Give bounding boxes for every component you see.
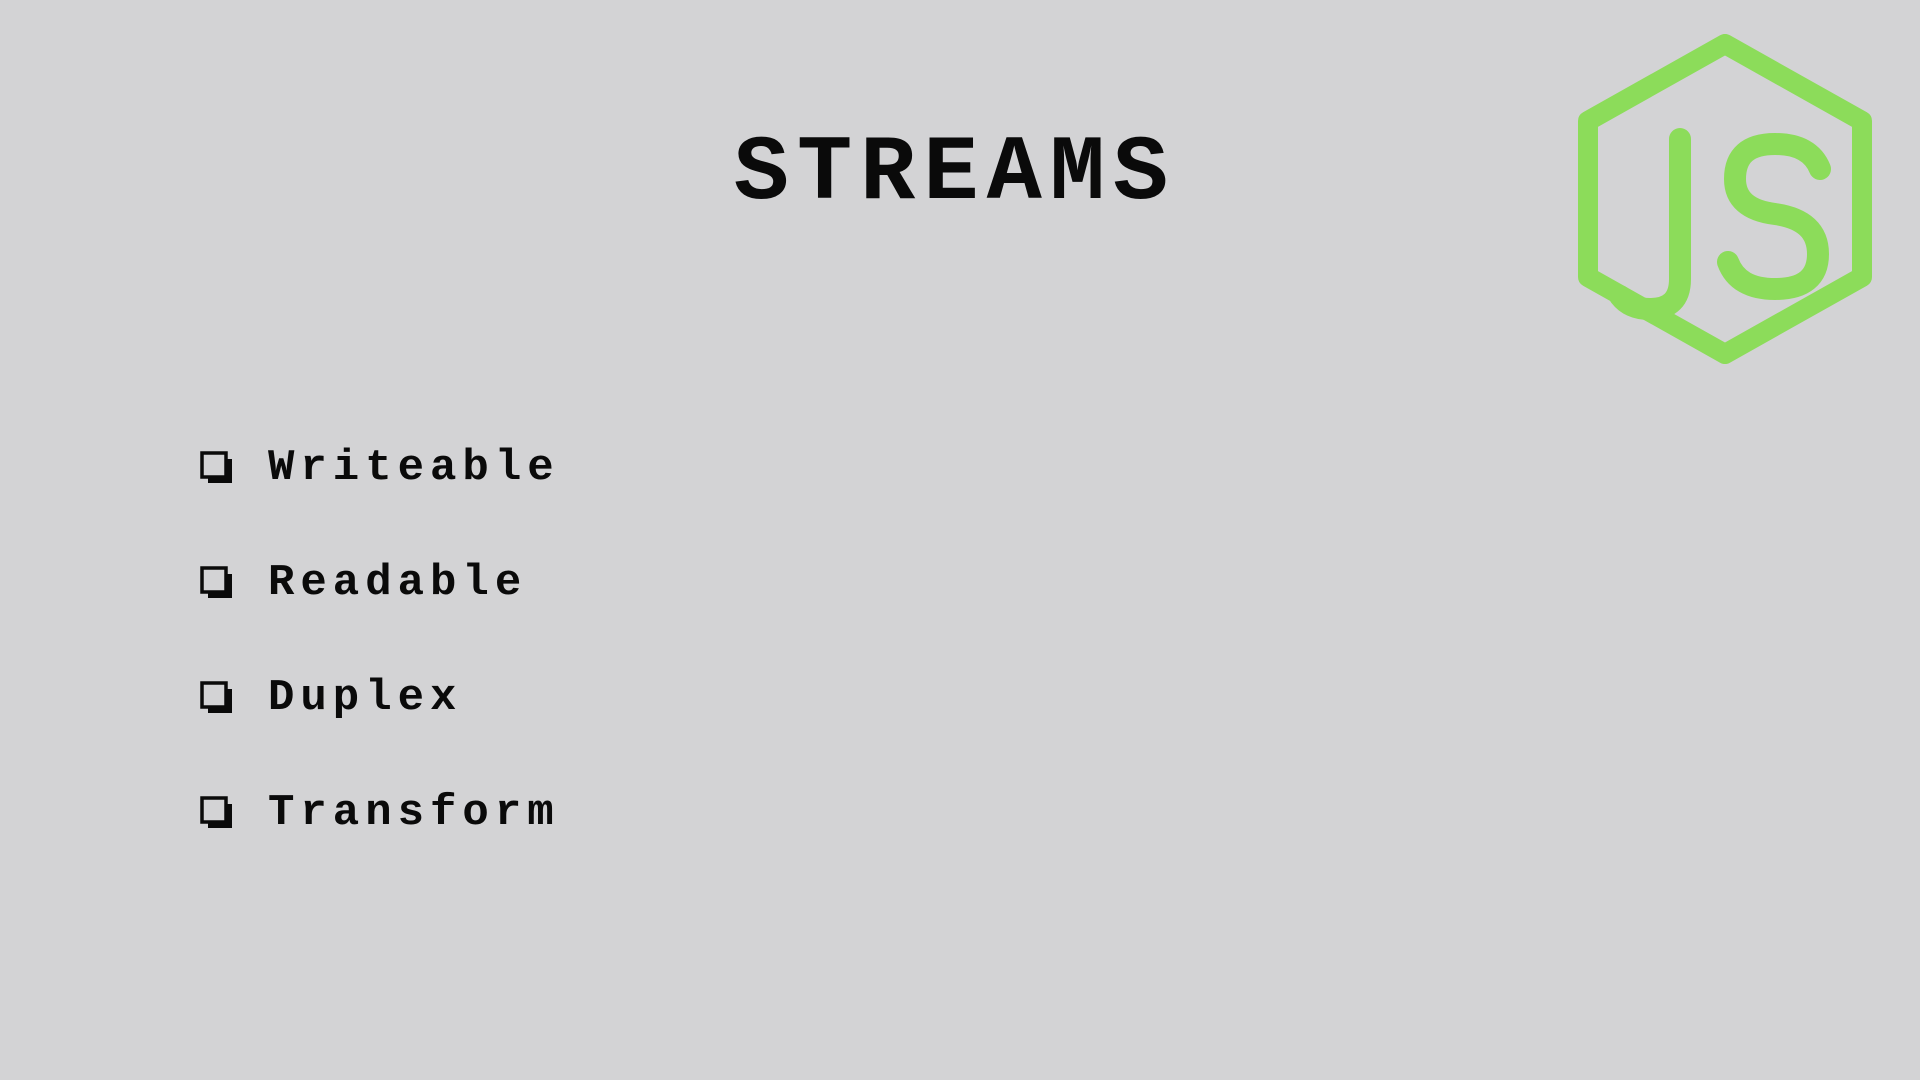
bullet-list: Writeable Readable Duplex Transform xyxy=(200,410,560,870)
list-item: Transform xyxy=(200,755,560,870)
slide: STREAMS Writeable Readable Duplex Transf… xyxy=(0,0,1920,1080)
checkbox-icon xyxy=(200,680,234,715)
list-item-label: Writeable xyxy=(268,442,560,493)
list-item-label: Transform xyxy=(268,787,560,838)
list-item-label: Duplex xyxy=(268,672,463,723)
checkbox-icon xyxy=(200,795,234,830)
nodejs-logo-icon xyxy=(1570,34,1880,364)
checkbox-icon xyxy=(200,450,234,485)
list-item: Readable xyxy=(200,525,560,640)
list-item-label: Readable xyxy=(268,557,528,608)
checkbox-icon xyxy=(200,565,234,600)
list-item: Duplex xyxy=(200,640,560,755)
list-item: Writeable xyxy=(200,410,560,525)
